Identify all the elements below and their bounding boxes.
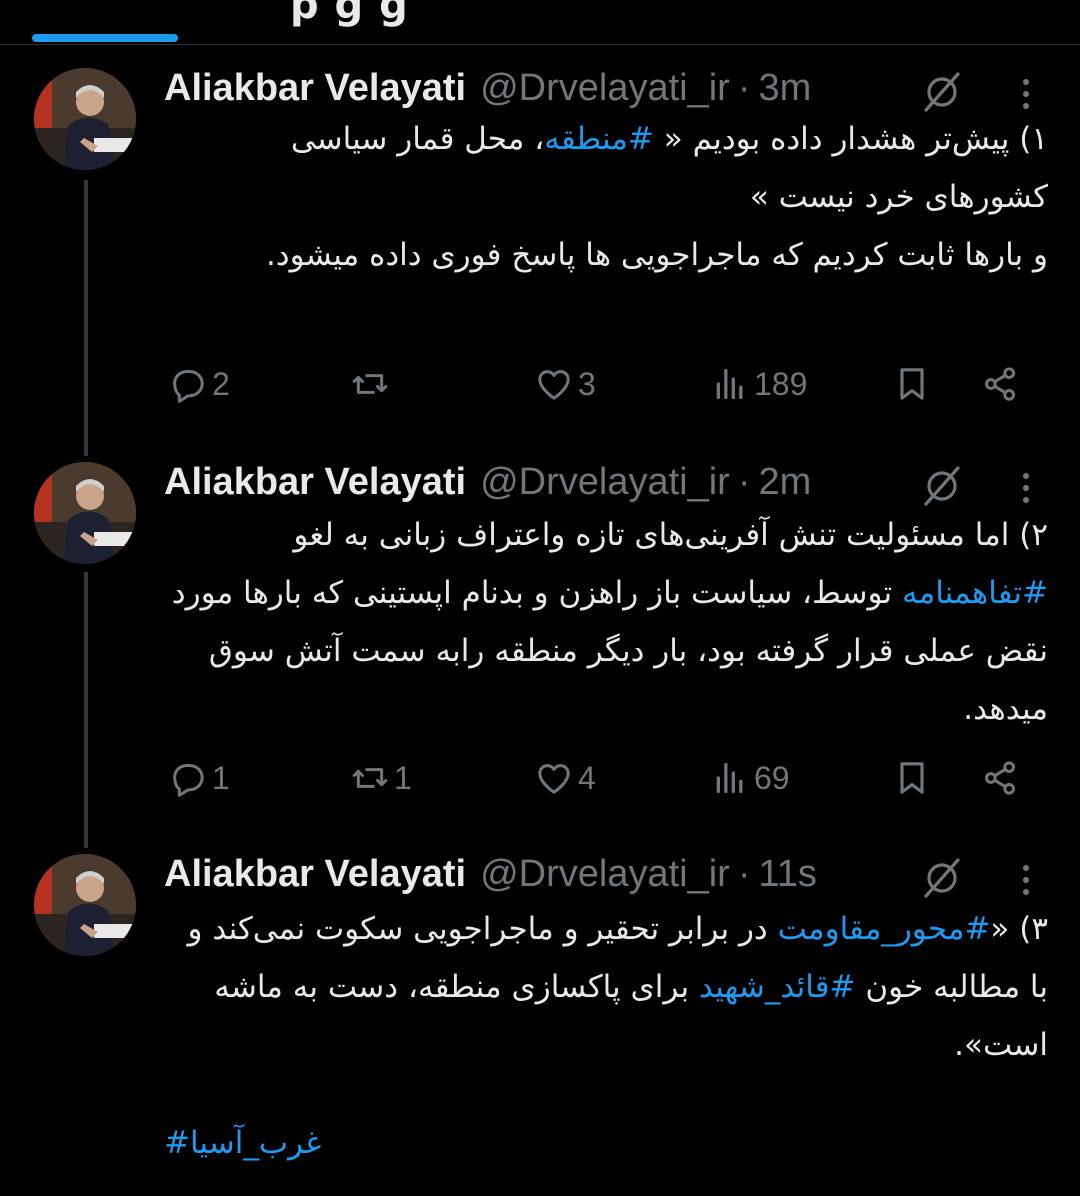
- views-icon: [716, 763, 743, 793]
- hashtag-link[interactable]: #قائد_شهید: [699, 969, 856, 1005]
- thread-connector: [84, 572, 88, 848]
- tweet-actions: 2 3 189: [164, 364, 1044, 408]
- footer-hashtag-line: #غرب_آسیا: [164, 1114, 1048, 1172]
- reply-button[interactable]: 2: [168, 364, 230, 404]
- display-name[interactable]: Aliakbar Velayati: [164, 461, 466, 504]
- reply-count: 1: [212, 759, 230, 796]
- text-segment: ۱) پیش‌تر هشدار داده بودیم «: [653, 121, 1048, 157]
- avatar[interactable]: [34, 462, 136, 564]
- timestamp[interactable]: 11s: [758, 853, 816, 896]
- tweet-actions: 1 1 4 69: [164, 758, 1044, 802]
- tab-label-cut[interactable]: p g g: [290, 0, 409, 28]
- bookmark-button[interactable]: [892, 364, 932, 404]
- user-handle[interactable]: @Drvelayati_ir: [480, 67, 730, 110]
- hashtag-link[interactable]: #غرب_آسیا: [164, 1125, 321, 1161]
- share-icon: [985, 367, 1015, 401]
- hashtag-link[interactable]: #منطقه: [544, 121, 654, 157]
- more-icon[interactable]: [1014, 468, 1038, 508]
- repost-icon: [352, 768, 388, 788]
- bookmark-button[interactable]: [892, 758, 932, 798]
- like-button[interactable]: 3: [534, 364, 596, 404]
- views-count: 189: [754, 365, 808, 402]
- tweet-header: Aliakbar Velayati @Drvelayati_ir · 3m: [164, 66, 811, 110]
- like-icon: [538, 370, 570, 400]
- views-button[interactable]: 189: [710, 364, 807, 404]
- thread-connector: [84, 180, 88, 456]
- top-tab-bar: p g g: [0, 0, 1080, 45]
- grok-icon[interactable]: [922, 858, 962, 898]
- grok-icon[interactable]: [922, 466, 962, 506]
- share-icon: [985, 761, 1015, 795]
- share-button[interactable]: [980, 364, 1020, 404]
- views-icon: [716, 369, 743, 399]
- like-count: 4: [578, 759, 596, 796]
- tweet-header: Aliakbar Velayati @Drvelayati_ir · 11s: [164, 852, 817, 896]
- reply-count: 2: [212, 365, 230, 402]
- avatar[interactable]: [34, 854, 136, 956]
- repost-count: 1: [394, 759, 412, 796]
- text-segment: ۲) اما مسئولیت تنش آفرینی‌های تازه واعتر…: [293, 517, 1048, 553]
- active-tab-indicator: [32, 34, 178, 42]
- hashtag-link[interactable]: #تفاهمنامه: [902, 575, 1048, 611]
- separator-dot: ·: [737, 460, 751, 503]
- reply-icon: [173, 370, 204, 403]
- tweet-header: Aliakbar Velayati @Drvelayati_ir · 2m: [164, 460, 811, 504]
- separator-dot: ·: [737, 852, 751, 895]
- timestamp[interactable]: 2m: [758, 461, 811, 504]
- text-segment: ۳) «: [990, 911, 1048, 947]
- display-name[interactable]: Aliakbar Velayati: [164, 853, 466, 896]
- avatar[interactable]: [34, 68, 136, 170]
- display-name[interactable]: Aliakbar Velayati: [164, 67, 466, 110]
- hashtag-link[interactable]: #محور_مقاومت: [778, 911, 991, 947]
- grok-icon[interactable]: [922, 72, 962, 112]
- views-count: 69: [754, 759, 790, 796]
- tweet-text: ۳) «#محور_مقاومت در برابر تحقیر و ماجراج…: [164, 900, 1048, 1074]
- bookmark-icon: [900, 368, 924, 400]
- share-button[interactable]: [980, 758, 1020, 798]
- tweet-text: ۲) اما مسئولیت تنش آفرینی‌های تازه واعتر…: [164, 506, 1048, 738]
- views-button[interactable]: 69: [710, 758, 790, 798]
- more-icon[interactable]: [1014, 74, 1038, 114]
- like-count: 3: [578, 365, 596, 402]
- user-handle[interactable]: @Drvelayati_ir: [480, 853, 730, 896]
- bookmark-icon: [900, 762, 924, 794]
- user-handle[interactable]: @Drvelayati_ir: [480, 461, 730, 504]
- like-button[interactable]: 4: [534, 758, 596, 798]
- like-icon: [538, 764, 570, 794]
- repost-icon: [352, 374, 388, 394]
- reply-icon: [173, 764, 204, 797]
- repost-button[interactable]: [350, 364, 394, 404]
- reply-button[interactable]: 1: [168, 758, 230, 798]
- repost-button[interactable]: 1: [350, 758, 412, 798]
- separator-dot: ·: [737, 66, 751, 109]
- timestamp[interactable]: 3m: [758, 67, 811, 110]
- more-icon[interactable]: [1014, 860, 1038, 900]
- tweet-text: ۱) پیش‌تر هشدار داده بودیم « #منطقه، محل…: [164, 110, 1048, 284]
